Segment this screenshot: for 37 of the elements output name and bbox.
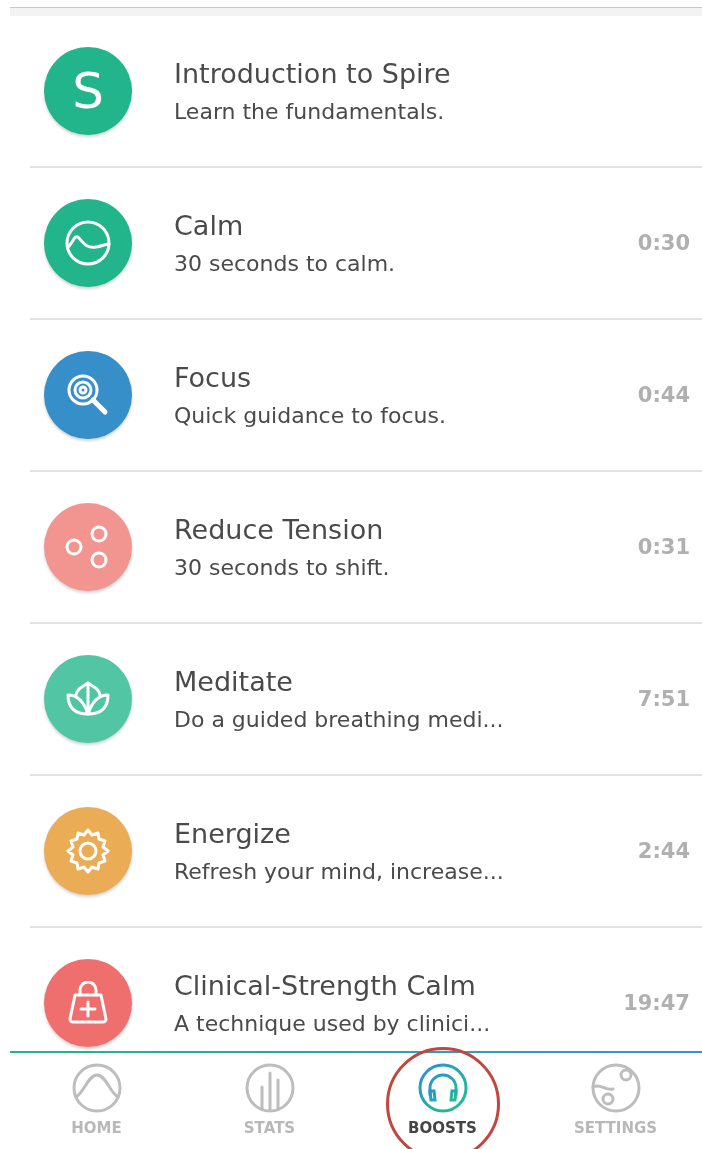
boost-duration: 0:30 [637,231,690,255]
nav-tab[interactable]: STATS [183,1053,356,1149]
nav-tab[interactable]: SETTINGS [529,1053,702,1149]
boost-description: Do a guided breathing medi... [174,707,505,732]
gear-icon [64,827,112,875]
boost-title: Focus [174,362,253,393]
medical-bag-icon [66,981,110,1025]
wave-circle-icon [64,219,112,267]
headphones-icon [417,1063,468,1113]
tab-label: HOME [71,1119,122,1137]
boost-description: 30 seconds to calm. [174,251,397,276]
boost-duration: 19:47 [623,991,690,1015]
boost-title: Energize [174,818,292,849]
boost-description: Learn the fundamentals. [174,99,446,124]
boost-badge[interactable]: S [44,47,132,135]
tab-label: BOOSTS [408,1119,477,1137]
boost-description: 30 seconds to shift. [174,555,391,580]
letter-s-icon: S [72,62,104,120]
tab-label: SETTINGS [573,1119,658,1137]
bar-chart-icon [244,1063,295,1113]
nav-tab[interactable]: BOOSTS [356,1053,529,1149]
boost-title: Clinical-Strength Calm [174,970,477,1001]
nav-tab[interactable]: HOME [10,1053,183,1149]
boost-title: Reduce Tension [174,514,385,545]
boost-duration: 0:31 [637,535,690,559]
boost-duration: 7:51 [637,687,690,711]
boost-title: Calm [174,210,245,241]
boost-title: Introduction to Spire [174,58,452,89]
lotus-icon [65,681,111,717]
boost-duration: 0:44 [637,383,690,407]
boost-description: Refresh your mind, increase... [174,859,505,884]
tab-label: STATS [243,1119,296,1137]
boost-title: Meditate [174,666,294,697]
boost-description: Quick guidance to focus. [174,403,447,428]
wave-circle-icon [71,1063,122,1113]
boost-description: A technique used by clinici... [174,1011,492,1036]
boost-duration: 2:44 [637,839,690,863]
